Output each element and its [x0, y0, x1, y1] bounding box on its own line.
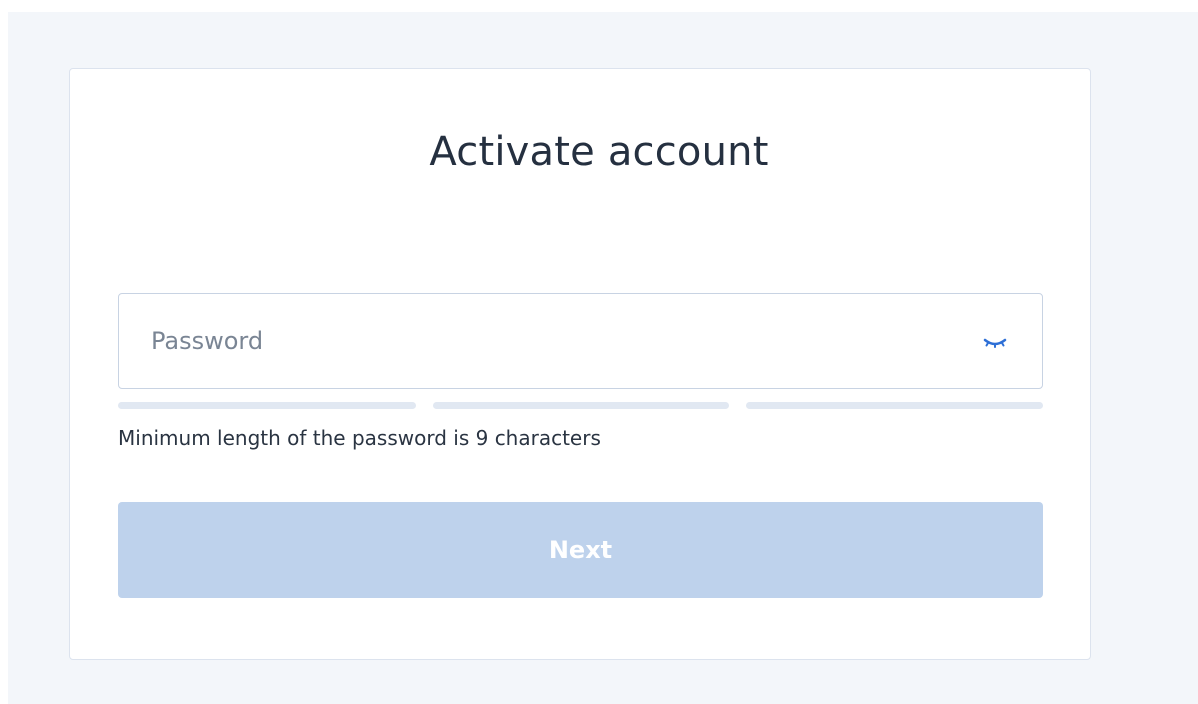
- eye-closed-icon[interactable]: [982, 334, 1008, 348]
- strength-meter-segment: [118, 402, 416, 409]
- strength-meter-segment: [433, 402, 729, 409]
- password-input[interactable]: [151, 294, 951, 388]
- password-field[interactable]: [118, 293, 1043, 389]
- strength-meter-segment: [746, 402, 1043, 409]
- password-hint: Minimum length of the password is 9 char…: [118, 426, 601, 450]
- page-title: Activate account: [429, 129, 769, 175]
- next-button[interactable]: Next: [118, 502, 1043, 598]
